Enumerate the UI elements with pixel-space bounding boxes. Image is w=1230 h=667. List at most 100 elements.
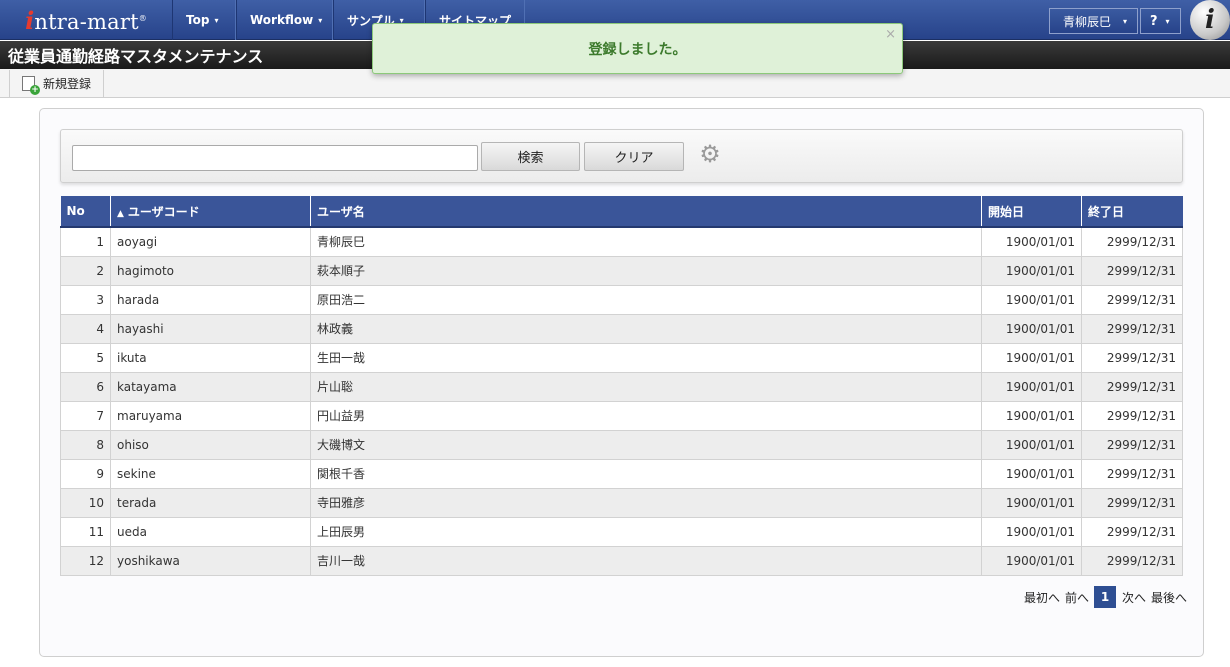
pager-current-page[interactable]: 1 — [1094, 586, 1117, 608]
table-row[interactable]: 3 harada 原田浩二 1900/01/01 2999/12/31 — [60, 284, 1183, 315]
nav-top-label: Top — [186, 13, 210, 27]
col-header-user-name[interactable]: ユーザ名 — [310, 196, 982, 228]
search-button-label: 検索 — [517, 151, 544, 166]
cell-user-code: sekine — [110, 458, 311, 489]
table-header-row: No ▲ ユーザコード ユーザ名 開始日 終了日 — [60, 196, 1183, 228]
chevron-down-icon: ▾ — [1165, 16, 1170, 26]
clear-button[interactable]: クリア — [584, 142, 684, 171]
cell-end-date: 2999/12/31 — [1081, 458, 1183, 489]
new-registration-label: 新規登録 — [43, 77, 92, 91]
cell-start-date: 1900/01/01 — [981, 487, 1082, 518]
table-row[interactable]: 5 ikuta 生田一哉 1900/01/01 2999/12/31 — [60, 342, 1183, 373]
new-registration-button[interactable]: + 新規登録 — [9, 70, 104, 97]
cell-end-date: 2999/12/31 — [1081, 371, 1183, 402]
help-menu-button[interactable]: ? ▾ — [1140, 8, 1181, 34]
pager-prev[interactable]: 前へ — [1065, 589, 1089, 606]
cell-end-date: 2999/12/31 — [1081, 429, 1183, 460]
cell-end-date: 2999/12/31 — [1081, 516, 1183, 547]
cell-start-date: 1900/01/01 — [981, 516, 1082, 547]
cell-user-name: 原田浩二 — [310, 284, 982, 315]
user-menu-button[interactable]: 青柳辰巳 ▾ — [1049, 8, 1138, 34]
new-document-icon: + — [22, 76, 40, 95]
cell-user-code: yoshikawa — [110, 545, 311, 576]
pager-last[interactable]: 最後へ — [1151, 589, 1187, 606]
cell-end-date: 2999/12/31 — [1081, 255, 1183, 286]
cell-no: 7 — [60, 400, 111, 431]
cell-user-name: 大磯博文 — [310, 429, 982, 460]
nav-workflow-label: Workflow — [250, 13, 314, 27]
intra-mart-logo[interactable]: intra-mart® — [0, 0, 172, 40]
cell-no: 6 — [60, 371, 111, 402]
logo-initial: i — [25, 5, 35, 35]
info-glyph: i — [1205, 5, 1215, 35]
success-toast: 登録しました。 × — [372, 23, 903, 74]
table-row[interactable]: 1 aoyagi 青柳辰巳 1900/01/01 2999/12/31 — [60, 226, 1183, 257]
cell-end-date: 2999/12/31 — [1081, 284, 1183, 315]
cell-no: 3 — [60, 284, 111, 315]
cell-no: 2 — [60, 255, 111, 286]
cell-start-date: 1900/01/01 — [981, 226, 1082, 257]
cell-end-date: 2999/12/31 — [1081, 487, 1183, 518]
cell-user-code: maruyama — [110, 400, 311, 431]
cell-user-name: 青柳辰巳 — [310, 226, 982, 257]
cell-user-name: 吉川一哉 — [310, 545, 982, 576]
cell-user-name: 関根千香 — [310, 458, 982, 489]
col-header-end-date[interactable]: 終了日 — [1081, 196, 1183, 228]
cell-user-name: 片山聡 — [310, 371, 982, 402]
chevron-down-icon: ▾ — [214, 15, 219, 25]
page-title: 従業員通勤経路マスタメンテナンス — [8, 47, 264, 66]
cell-no: 10 — [60, 487, 111, 518]
cell-user-name: 寺田雅彦 — [310, 487, 982, 518]
search-input[interactable] — [72, 145, 478, 171]
user-name: 青柳辰巳 — [1063, 14, 1112, 29]
cell-user-name: 生田一哉 — [310, 342, 982, 373]
pager-first[interactable]: 最初へ — [1024, 589, 1060, 606]
cell-user-name: 上田辰男 — [310, 516, 982, 547]
chevron-down-icon: ▾ — [1123, 16, 1128, 26]
cell-end-date: 2999/12/31 — [1081, 342, 1183, 373]
cell-no: 8 — [60, 429, 111, 460]
cell-end-date: 2999/12/31 — [1081, 226, 1183, 257]
cell-no: 1 — [60, 226, 111, 257]
cell-end-date: 2999/12/31 — [1081, 313, 1183, 344]
cell-user-code: ueda — [110, 516, 311, 547]
cell-user-code: katayama — [110, 371, 311, 402]
cell-start-date: 1900/01/01 — [981, 284, 1082, 315]
cell-user-code: ohiso — [110, 429, 311, 460]
cell-user-code: terada — [110, 487, 311, 518]
info-icon[interactable]: i — [1190, 0, 1230, 40]
cell-start-date: 1900/01/01 — [981, 313, 1082, 344]
col-header-start-date[interactable]: 開始日 — [981, 196, 1082, 228]
cell-user-name: 林政義 — [310, 313, 982, 344]
cell-start-date: 1900/01/01 — [981, 545, 1082, 576]
table-row[interactable]: 10 terada 寺田雅彦 1900/01/01 2999/12/31 — [60, 487, 1183, 518]
logo-registered-mark: ® — [138, 13, 147, 23]
table-row[interactable]: 4 hayashi 林政義 1900/01/01 2999/12/31 — [60, 313, 1183, 344]
cell-no: 4 — [60, 313, 111, 344]
table-row[interactable]: 2 hagimoto 萩本順子 1900/01/01 2999/12/31 — [60, 255, 1183, 286]
table-row[interactable]: 12 yoshikawa 吉川一哉 1900/01/01 2999/12/31 — [60, 545, 1183, 576]
search-button[interactable]: 検索 — [481, 142, 580, 171]
table-row[interactable]: 7 maruyama 円山益男 1900/01/01 2999/12/31 — [60, 400, 1183, 431]
nav-workflow[interactable]: Workflow ▾ — [236, 0, 333, 40]
table-row[interactable]: 8 ohiso 大磯博文 1900/01/01 2999/12/31 — [60, 429, 1183, 460]
help-label: ? — [1150, 13, 1158, 29]
user-table: No ▲ ユーザコード ユーザ名 開始日 終了日 1 aoyagi 青柳辰巳 1900/… — [60, 196, 1183, 576]
table-row[interactable]: 6 katayama 片山聡 1900/01/01 2999/12/31 — [60, 371, 1183, 402]
pager-next[interactable]: 次へ — [1122, 589, 1146, 606]
col-header-no[interactable]: No — [60, 196, 111, 228]
col-header-user-code[interactable]: ▲ ユーザコード — [110, 196, 311, 228]
sort-asc-icon: ▲ — [117, 208, 124, 219]
col-header-user-code-label: ユーザコード — [127, 204, 200, 219]
table-row[interactable]: 11 ueda 上田辰男 1900/01/01 2999/12/31 — [60, 516, 1183, 547]
toast-message: 登録しました。 — [588, 41, 687, 58]
clear-button-label: クリア — [614, 151, 654, 166]
close-icon[interactable]: × — [885, 27, 896, 42]
nav-top[interactable]: Top ▾ — [172, 0, 236, 40]
cell-user-code: ikuta — [110, 342, 311, 373]
cell-no: 12 — [60, 545, 111, 576]
table-row[interactable]: 9 sekine 関根千香 1900/01/01 2999/12/31 — [60, 458, 1183, 489]
gear-icon[interactable]: ⚙ — [697, 141, 723, 167]
cell-user-code: hayashi — [110, 313, 311, 344]
cell-end-date: 2999/12/31 — [1081, 400, 1183, 431]
